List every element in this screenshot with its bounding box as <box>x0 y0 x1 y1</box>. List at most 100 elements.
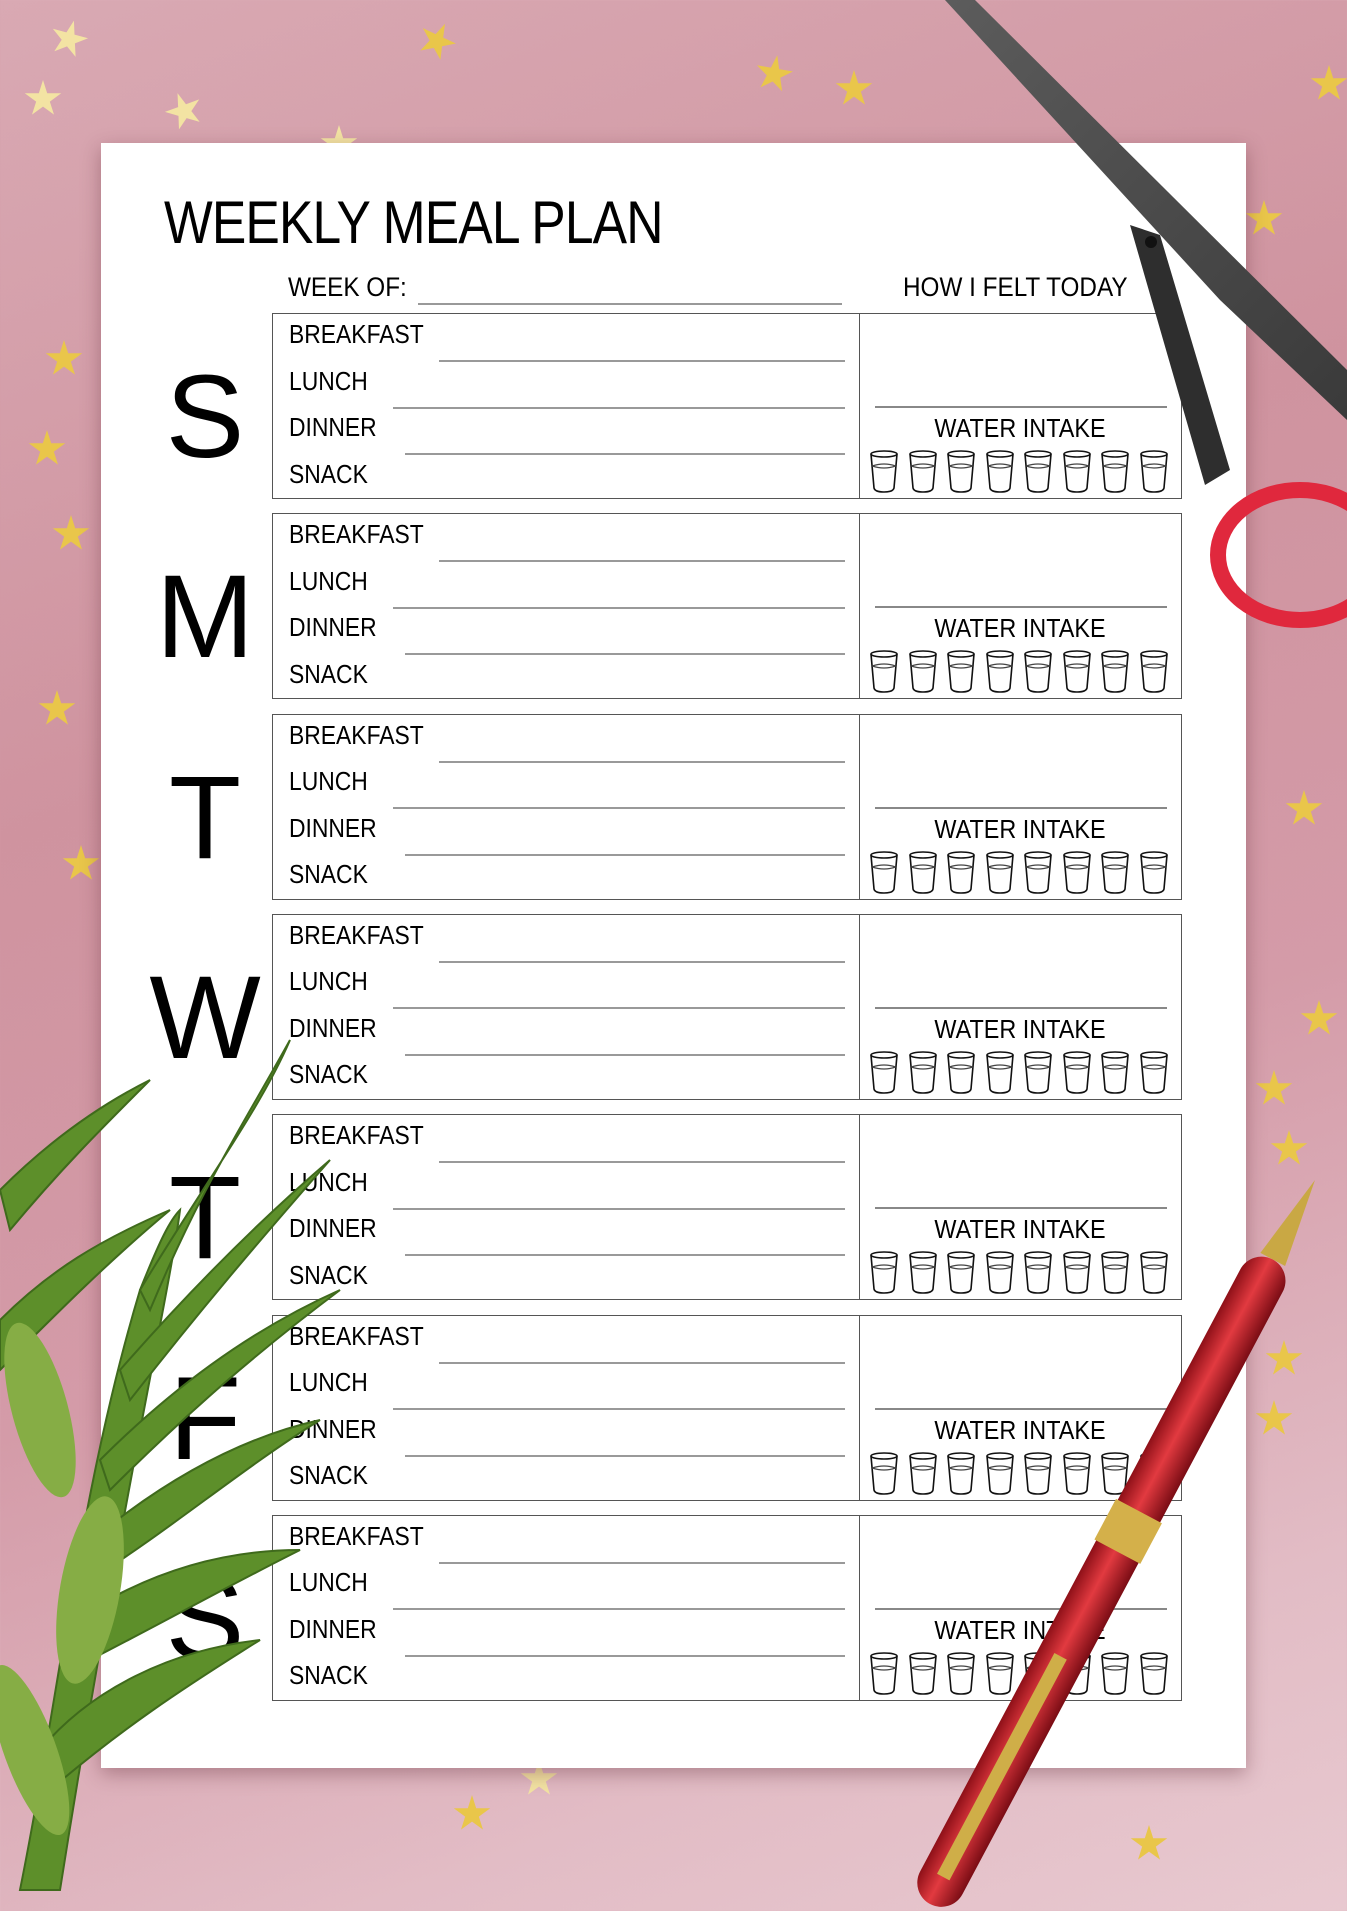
water-glass-icon[interactable] <box>985 850 1015 895</box>
meal-row-lunch[interactable]: LUNCH <box>289 363 859 409</box>
meal-row-dinner[interactable]: DINNER <box>289 1411 859 1457</box>
water-glass-icon[interactable] <box>946 1651 976 1696</box>
meal-row-lunch[interactable]: LUNCH <box>289 563 859 609</box>
water-glasses <box>869 450 1169 494</box>
water-glass-icon[interactable] <box>946 1451 976 1496</box>
meal-row-lunch[interactable]: LUNCH <box>289 963 859 1010</box>
how-i-felt-section: WATER INTAKE <box>859 1516 1181 1700</box>
week-of-field[interactable] <box>418 303 842 305</box>
meal-row-dinner[interactable]: DINNER <box>289 810 859 856</box>
meal-row-breakfast[interactable]: BREAKFAST <box>289 917 859 963</box>
water-glass-icon[interactable] <box>1100 450 1130 494</box>
water-glass-icon[interactable] <box>985 1251 1015 1295</box>
water-glass-icon[interactable] <box>946 450 976 494</box>
meals-section: BREAKFAST LUNCH DINNER SNACK <box>273 314 860 498</box>
meal-row-breakfast[interactable]: BREAKFAST <box>289 1518 859 1564</box>
water-glass-icon[interactable] <box>869 450 899 494</box>
water-glass-icon[interactable] <box>1023 1051 1053 1095</box>
water-glass-icon[interactable] <box>1023 1251 1053 1295</box>
water-glass-icon[interactable] <box>1062 1651 1092 1696</box>
water-glass-icon[interactable] <box>1139 1051 1169 1095</box>
felt-entry-line[interactable] <box>875 606 1167 609</box>
water-glass-icon[interactable] <box>1100 1451 1130 1496</box>
felt-entry-line[interactable] <box>875 1407 1167 1410</box>
water-glass-icon[interactable] <box>1062 450 1092 494</box>
meal-row-lunch[interactable]: LUNCH <box>289 1564 859 1611</box>
star-icon <box>835 70 873 105</box>
meal-row-dinner[interactable]: DINNER <box>289 1210 859 1257</box>
water-glass-icon[interactable] <box>869 1251 899 1295</box>
day-letter: M <box>155 551 255 684</box>
water-glass-icon[interactable] <box>1023 450 1053 494</box>
meal-row-lunch[interactable]: LUNCH <box>289 1164 859 1210</box>
water-glass-icon[interactable] <box>1139 850 1169 895</box>
water-glass-icon[interactable] <box>869 850 899 895</box>
meal-row-snack[interactable]: SNACK <box>289 1056 859 1102</box>
water-glass-icon[interactable] <box>869 650 899 694</box>
water-glass-icon[interactable] <box>1139 1651 1169 1696</box>
meal-row-snack[interactable]: SNACK <box>289 656 859 702</box>
water-glass-icon[interactable] <box>985 1451 1015 1496</box>
water-glass-icon[interactable] <box>1100 850 1130 895</box>
water-glass-icon[interactable] <box>908 1451 938 1496</box>
felt-entry-line[interactable] <box>875 1607 1167 1610</box>
water-glass-icon[interactable] <box>1023 650 1053 694</box>
star-icon <box>1285 790 1323 825</box>
water-glass-icon[interactable] <box>908 850 938 895</box>
water-glass-icon[interactable] <box>869 1651 899 1696</box>
water-glass-icon[interactable] <box>946 1251 976 1295</box>
water-glass-icon[interactable] <box>985 1651 1015 1696</box>
meal-row-lunch[interactable]: LUNCH <box>289 1364 859 1410</box>
felt-entry-line[interactable] <box>875 406 1167 408</box>
meal-row-dinner[interactable]: DINNER <box>289 409 859 455</box>
water-glass-icon[interactable] <box>908 1051 938 1095</box>
meal-row-snack[interactable]: SNACK <box>289 1657 859 1703</box>
water-glass-icon[interactable] <box>985 450 1015 494</box>
water-glass-icon[interactable] <box>1139 650 1169 694</box>
meal-row-dinner[interactable]: DINNER <box>289 1611 859 1657</box>
meal-row-breakfast[interactable]: BREAKFAST <box>289 316 859 362</box>
water-glass-icon[interactable] <box>946 650 976 694</box>
water-glass-icon[interactable] <box>946 1051 976 1095</box>
water-glass-icon[interactable] <box>1062 1251 1092 1295</box>
meal-row-breakfast[interactable]: BREAKFAST <box>289 717 859 763</box>
water-glass-icon[interactable] <box>869 1451 899 1496</box>
water-glass-icon[interactable] <box>1023 1651 1053 1696</box>
water-glass-icon[interactable] <box>985 1051 1015 1095</box>
meal-row-breakfast[interactable]: BREAKFAST <box>289 1318 859 1364</box>
water-glass-icon[interactable] <box>1139 1251 1169 1295</box>
meal-row-breakfast[interactable]: BREAKFAST <box>289 1117 859 1164</box>
felt-entry-line[interactable] <box>875 1207 1167 1210</box>
meal-row-snack[interactable]: SNACK <box>289 856 859 902</box>
meal-row-dinner[interactable]: DINNER <box>289 1010 859 1056</box>
water-glass-icon[interactable] <box>908 450 938 494</box>
water-glass-icon[interactable] <box>1139 450 1169 494</box>
meal-row-snack[interactable]: SNACK <box>289 1257 859 1303</box>
water-glass-icon[interactable] <box>1100 1251 1130 1295</box>
water-glass-icon[interactable] <box>946 850 976 895</box>
water-glass-icon[interactable] <box>985 650 1015 694</box>
water-glass-icon[interactable] <box>1062 850 1092 895</box>
water-glass-icon[interactable] <box>1062 650 1092 694</box>
meal-row-lunch[interactable]: LUNCH <box>289 763 859 810</box>
star-icon <box>1310 65 1347 100</box>
water-glass-icon[interactable] <box>1062 1451 1092 1496</box>
meal-row-snack[interactable]: SNACK <box>289 456 859 502</box>
meal-row-breakfast[interactable]: BREAKFAST <box>289 516 859 563</box>
star-icon <box>45 340 83 375</box>
water-glass-icon[interactable] <box>1139 1451 1169 1496</box>
water-glass-icon[interactable] <box>908 1651 938 1696</box>
water-glass-icon[interactable] <box>1100 650 1130 694</box>
water-glass-icon[interactable] <box>908 1251 938 1295</box>
water-glass-icon[interactable] <box>1023 1451 1053 1496</box>
water-glass-icon[interactable] <box>1100 1651 1130 1696</box>
water-glass-icon[interactable] <box>869 1051 899 1095</box>
felt-entry-line[interactable] <box>875 806 1167 809</box>
water-glass-icon[interactable] <box>1023 850 1053 895</box>
water-glass-icon[interactable] <box>1062 1051 1092 1095</box>
meal-row-dinner[interactable]: DINNER <box>289 609 859 656</box>
felt-entry-line[interactable] <box>875 1006 1167 1009</box>
meal-row-snack[interactable]: SNACK <box>289 1457 859 1503</box>
water-glass-icon[interactable] <box>908 650 938 694</box>
water-glass-icon[interactable] <box>1100 1051 1130 1095</box>
